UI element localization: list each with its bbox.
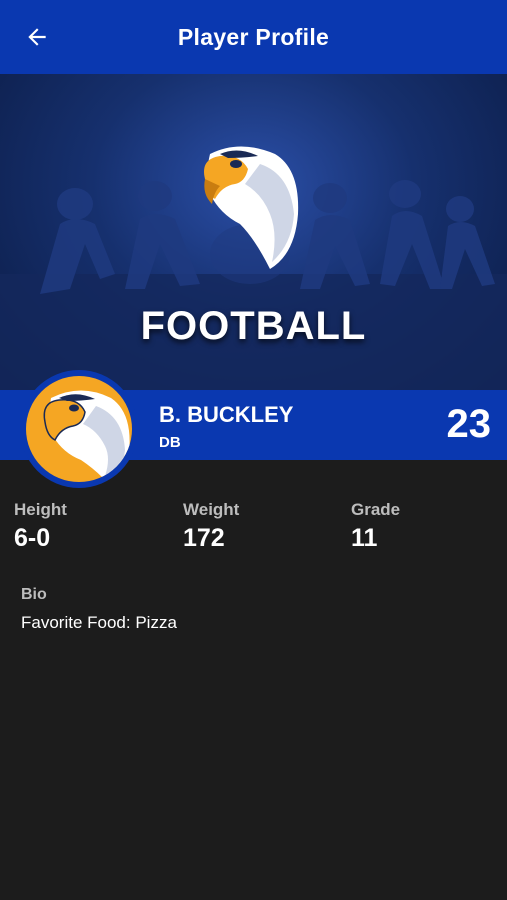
- avatar-image: [26, 376, 132, 482]
- stat-weight: Weight 172: [183, 500, 239, 553]
- sport-banner: FOOTBALL: [0, 74, 507, 390]
- arrow-left-icon: [28, 28, 46, 46]
- bio-text: Favorite Food: Pizza: [21, 613, 177, 632]
- stat-height: Height 6-0: [14, 500, 67, 553]
- eagle-head-logo: [43, 390, 130, 479]
- stat-value: 172: [183, 524, 225, 552]
- back-button[interactable]: [22, 22, 52, 52]
- app-bar: Player Profile: [0, 0, 507, 74]
- page-title: Player Profile: [177, 23, 330, 50]
- sport-title: FOOTBALL: [140, 304, 367, 348]
- player-name: B. BUCKLEY: [159, 402, 294, 427]
- stat-value: 11: [351, 524, 378, 552]
- stat-label: Height: [14, 500, 67, 519]
- stat-label: Grade: [351, 500, 401, 519]
- bio-heading: Bio: [21, 586, 47, 603]
- stat-label: Weight: [183, 500, 240, 519]
- stat-grade: Grade 11: [351, 500, 400, 553]
- player-number: 23: [446, 402, 492, 446]
- player-position: DB: [159, 434, 181, 451]
- stat-value: 6-0: [14, 524, 51, 552]
- avatar: [20, 370, 138, 488]
